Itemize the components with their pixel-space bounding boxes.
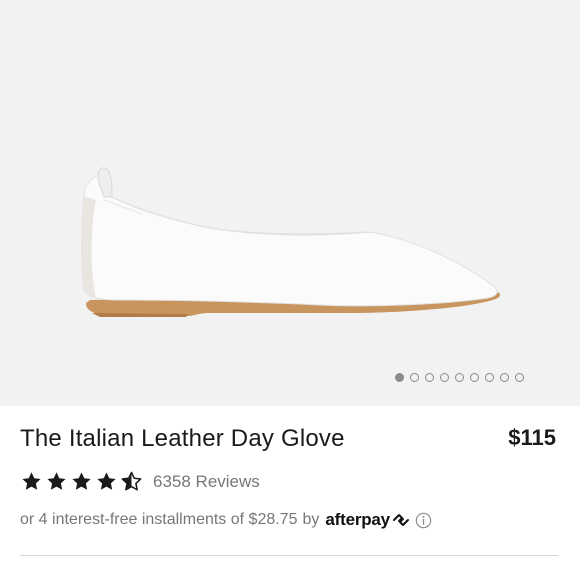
- gallery-pagination: [395, 373, 524, 382]
- reviews-link[interactable]: 6358 Reviews: [153, 472, 260, 492]
- section-divider: [20, 555, 558, 556]
- product-title: The Italian Leather Day Glove: [20, 425, 345, 452]
- gallery-dot-6[interactable]: [470, 373, 479, 382]
- installments-text: or 4 interest-free installments of $28.7…: [20, 511, 298, 528]
- gallery-dot-9[interactable]: [515, 373, 524, 382]
- gallery-dot-8[interactable]: [500, 373, 509, 382]
- product-price: $115: [508, 425, 556, 450]
- star-icon: [22, 472, 41, 490]
- star-icon: [47, 472, 66, 490]
- afterpay-arrows-icon: [392, 514, 409, 526]
- star-rating: [20, 470, 143, 493]
- star-icon: [72, 472, 91, 490]
- afterpay-logo: afterpay: [325, 510, 411, 530]
- gallery-dot-4[interactable]: [440, 373, 449, 382]
- star-half-icon: [121, 471, 142, 491]
- gallery-dot-1[interactable]: [395, 373, 404, 382]
- gallery-dot-5[interactable]: [455, 373, 464, 382]
- gallery-dot-2[interactable]: [410, 373, 419, 382]
- gallery-dot-3[interactable]: [425, 373, 434, 382]
- product-image-shoe: [81, 167, 501, 317]
- gallery-dot-7[interactable]: [485, 373, 494, 382]
- installments-by-label: by: [302, 511, 320, 528]
- rating-row: 6358 Reviews: [20, 470, 260, 493]
- installments-row: or 4 interest-free installments of $28.7…: [20, 510, 432, 530]
- afterpay-wordmark: afterpay: [325, 510, 390, 529]
- star-icon: [97, 472, 116, 490]
- info-icon[interactable]: [415, 512, 432, 529]
- product-image-gallery[interactable]: [0, 0, 580, 406]
